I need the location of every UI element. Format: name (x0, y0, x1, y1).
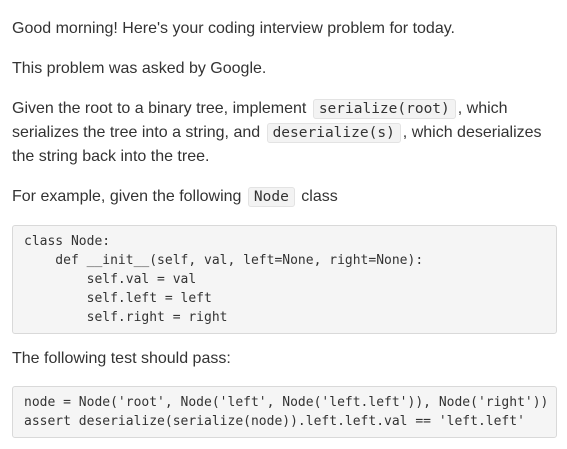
problem-text-part: Given the root to a binary tree, impleme… (12, 100, 311, 117)
test-code-block: node = Node('root', Node('left', Node('l… (12, 386, 557, 438)
code-line: self.left = left (24, 291, 212, 306)
test-intro: The following test should pass: (12, 350, 231, 367)
inline-code-node: Node (247, 187, 295, 207)
code-line: self.val = val (24, 272, 197, 287)
inline-code-deserialize: deserialize(s) (266, 123, 401, 143)
code-line: self.right = right (24, 310, 228, 325)
code-line: def __init__(self, val, left=None, right… (24, 253, 424, 268)
problem-statement: Given the root to a binary tree, impleme… (12, 97, 559, 169)
greeting-text: Good morning! Here's your coding intervi… (12, 20, 455, 37)
example-text-part: For example, given the following (12, 188, 246, 205)
example-text-part: class (296, 188, 338, 205)
code-line: assert deserialize(serialize(node)).left… (24, 414, 525, 429)
code-line: class Node: (24, 234, 111, 249)
source-text: This problem was asked by Google. (12, 60, 267, 77)
inline-code-serialize: serialize(root) (312, 99, 456, 119)
class-code-block: class Node: def __init__(self, val, left… (12, 225, 557, 334)
example-intro: For example, given the following Node cl… (12, 185, 559, 209)
code-line: node = Node('root', Node('left', Node('l… (24, 395, 549, 410)
